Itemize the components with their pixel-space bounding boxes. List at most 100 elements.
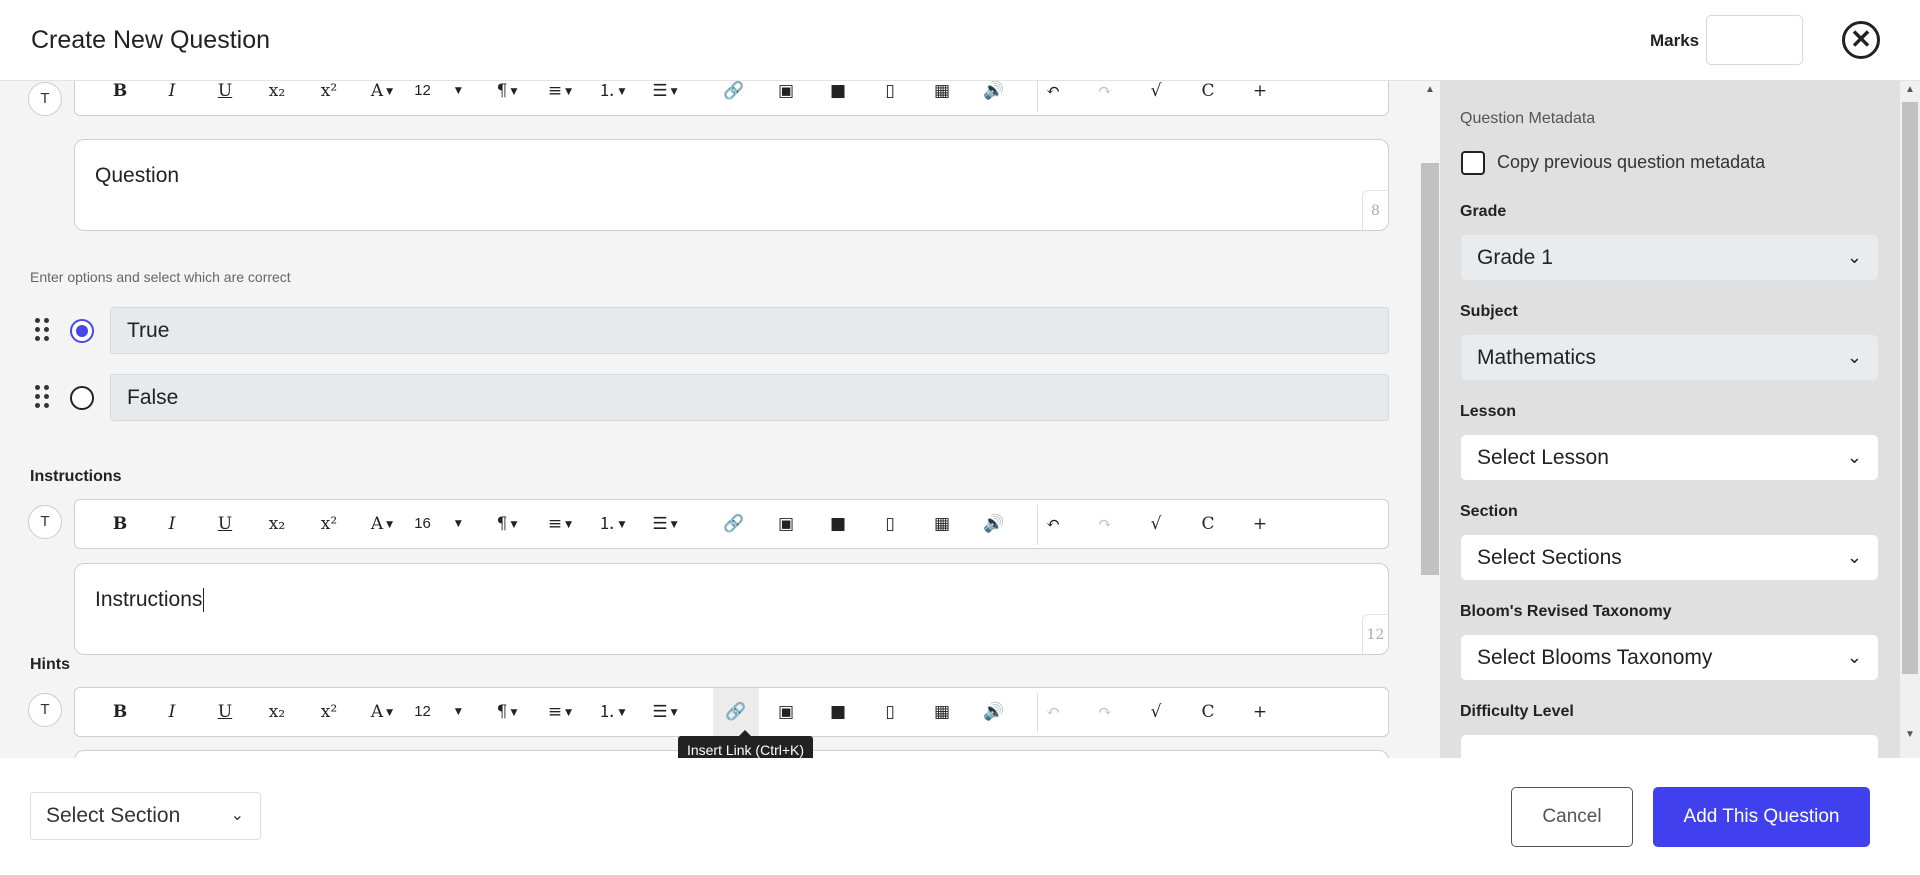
underline-icon[interactable]: U bbox=[204, 500, 246, 548]
superscript-icon[interactable]: x² bbox=[308, 500, 350, 548]
instructions-editor[interactable]: Instructions 12 bbox=[74, 563, 1389, 655]
scroll-down-icon[interactable]: ▼ bbox=[1900, 729, 1920, 740]
undo-icon[interactable]: ↶ bbox=[1032, 81, 1074, 115]
align-icon[interactable]: ≡ ▼ bbox=[537, 81, 583, 115]
section-select[interactable]: Select Sections ⌄ bbox=[1461, 535, 1878, 580]
audio-glyph: 🔊 bbox=[983, 702, 1005, 722]
math-sqrt-icon[interactable]: √ bbox=[1135, 688, 1177, 736]
link-icon[interactable]: 🔗 bbox=[713, 81, 755, 115]
editor-scrollbar[interactable]: ▲ bbox=[1420, 81, 1440, 758]
font-color-icon[interactable]: A ▼ bbox=[359, 500, 405, 548]
superscript-icon[interactable]: x² bbox=[308, 81, 350, 115]
chemistry-glyph: C bbox=[1201, 81, 1215, 101]
undo-icon[interactable]: ↶ bbox=[1032, 500, 1074, 548]
lesson-select[interactable]: Select Lesson ⌄ bbox=[1461, 435, 1878, 480]
text-cursor bbox=[203, 588, 205, 613]
bold-icon[interactable]: B bbox=[99, 688, 141, 736]
option-true-radio[interactable] bbox=[70, 319, 94, 343]
option-false-radio[interactable] bbox=[70, 386, 94, 410]
ordered-list-icon[interactable]: ⒈ ▼ bbox=[589, 500, 635, 548]
subscript-icon[interactable]: x₂ bbox=[256, 81, 298, 115]
drag-handle-icon[interactable] bbox=[35, 385, 53, 413]
table-icon[interactable]: ▦ bbox=[921, 81, 963, 115]
image-icon[interactable]: ▣ bbox=[765, 500, 807, 548]
scroll-up-icon[interactable]: ▲ bbox=[1900, 84, 1920, 95]
align-icon[interactable]: ≡ ▼ bbox=[537, 688, 583, 736]
marks-input[interactable] bbox=[1706, 15, 1803, 65]
more-icon[interactable]: + bbox=[1239, 500, 1281, 548]
image-icon[interactable]: ▣ bbox=[765, 81, 807, 115]
link-icon[interactable]: 🔗 bbox=[713, 688, 759, 736]
add-question-button[interactable]: Add This Question bbox=[1653, 787, 1870, 847]
audio-icon[interactable]: 🔊 bbox=[973, 500, 1015, 548]
table-icon[interactable]: ▦ bbox=[921, 688, 963, 736]
unordered-list-icon[interactable]: ☰ ▼ bbox=[642, 688, 688, 736]
sidebar-scrollbar[interactable]: ▲ ▼ bbox=[1900, 81, 1920, 758]
paragraph-format-icon[interactable]: ¶ ▼ bbox=[484, 688, 530, 736]
underline-glyph: U bbox=[217, 514, 233, 534]
redo-icon[interactable]: ↷ bbox=[1084, 688, 1126, 736]
paragraph-format-icon[interactable]: ¶ ▼ bbox=[484, 81, 530, 115]
chemistry-icon[interactable]: C bbox=[1187, 500, 1229, 548]
video-icon[interactable]: ■ bbox=[817, 81, 859, 115]
scrollbar-thumb[interactable] bbox=[1421, 163, 1439, 575]
sidebar-scrollbar-thumb[interactable] bbox=[1902, 102, 1918, 674]
section-dropdown[interactable]: Select Section ⌄ bbox=[30, 792, 261, 840]
close-icon[interactable]: ✕ bbox=[1842, 21, 1880, 59]
italic-icon[interactable]: I bbox=[151, 688, 193, 736]
bold-icon[interactable]: B bbox=[99, 500, 141, 548]
option-false-input[interactable]: False bbox=[110, 374, 1389, 421]
italic-icon[interactable]: I bbox=[151, 500, 193, 548]
grade-select[interactable]: Grade 1 ⌄ bbox=[1461, 235, 1878, 280]
bold-icon[interactable]: B bbox=[99, 81, 141, 115]
blooms-select[interactable]: Select Blooms Taxonomy ⌄ bbox=[1461, 635, 1878, 680]
align-icon[interactable]: ≡ ▼ bbox=[537, 500, 583, 548]
underline-icon[interactable]: U bbox=[204, 81, 246, 115]
cancel-button[interactable]: Cancel bbox=[1511, 787, 1633, 847]
file-icon[interactable]: ▯ bbox=[869, 81, 911, 115]
scroll-up-icon[interactable]: ▲ bbox=[1420, 84, 1440, 95]
math-sqrt-icon[interactable]: √ bbox=[1135, 81, 1177, 115]
drag-handle-icon[interactable] bbox=[35, 318, 53, 346]
subject-select[interactable]: Mathematics ⌄ bbox=[1461, 335, 1878, 380]
question-editor[interactable]: Question 8 bbox=[74, 139, 1389, 231]
link-icon[interactable]: 🔗 bbox=[713, 500, 755, 548]
text-mode-icon[interactable]: T bbox=[28, 693, 62, 727]
audio-icon[interactable]: 🔊 bbox=[973, 81, 1015, 115]
video-icon[interactable]: ■ bbox=[817, 500, 859, 548]
audio-icon[interactable]: 🔊 bbox=[973, 688, 1015, 736]
undo-icon[interactable]: ↶ bbox=[1032, 688, 1074, 736]
font-size-select[interactable]: 16 ▼ bbox=[405, 500, 471, 548]
video-icon[interactable]: ■ bbox=[817, 688, 859, 736]
redo-icon[interactable]: ↷ bbox=[1084, 81, 1126, 115]
table-icon[interactable]: ▦ bbox=[921, 500, 963, 548]
unordered-list-icon[interactable]: ☰ ▼ bbox=[642, 500, 688, 548]
text-mode-icon[interactable]: T bbox=[28, 82, 62, 116]
redo-icon[interactable]: ↷ bbox=[1084, 500, 1126, 548]
file-icon[interactable]: ▯ bbox=[869, 688, 911, 736]
font-size-select[interactable]: 12 ▼ bbox=[405, 81, 471, 115]
font-color-icon[interactable]: A ▼ bbox=[359, 81, 405, 115]
difficulty-select[interactable] bbox=[1461, 735, 1878, 758]
chemistry-icon[interactable]: C bbox=[1187, 688, 1229, 736]
chemistry-icon[interactable]: C bbox=[1187, 81, 1229, 115]
file-icon[interactable]: ▯ bbox=[869, 500, 911, 548]
more-icon[interactable]: + bbox=[1239, 81, 1281, 115]
italic-icon[interactable]: I bbox=[151, 81, 193, 115]
text-mode-icon[interactable]: T bbox=[28, 505, 62, 539]
option-true-input[interactable]: True bbox=[110, 307, 1389, 354]
copy-metadata-checkbox[interactable] bbox=[1461, 151, 1485, 175]
unordered-list-icon[interactable]: ☰ ▼ bbox=[642, 81, 688, 115]
math-sqrt-icon[interactable]: √ bbox=[1135, 500, 1177, 548]
more-icon[interactable]: + bbox=[1239, 688, 1281, 736]
subscript-icon[interactable]: x₂ bbox=[256, 500, 298, 548]
subscript-icon[interactable]: x₂ bbox=[256, 688, 298, 736]
ordered-list-icon[interactable]: ⒈ ▼ bbox=[589, 688, 635, 736]
underline-icon[interactable]: U bbox=[204, 688, 246, 736]
image-icon[interactable]: ▣ bbox=[765, 688, 807, 736]
font-color-icon[interactable]: A ▼ bbox=[359, 688, 405, 736]
ordered-list-icon[interactable]: ⒈ ▼ bbox=[589, 81, 635, 115]
font-size-select[interactable]: 12 ▼ bbox=[405, 688, 471, 736]
paragraph-format-icon[interactable]: ¶ ▼ bbox=[484, 500, 530, 548]
superscript-icon[interactable]: x² bbox=[308, 688, 350, 736]
